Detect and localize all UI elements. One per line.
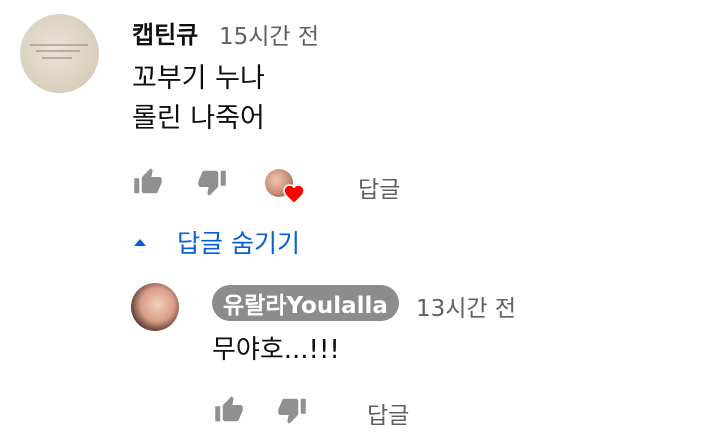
reply-author-chip[interactable]: 유랄라Youlalla <box>212 285 399 321</box>
reply-author-avatar[interactable] <box>131 283 179 331</box>
dislike-button[interactable] <box>195 165 229 199</box>
reply-like-button[interactable] <box>212 393 246 427</box>
reply-dislike-button[interactable] <box>275 393 309 427</box>
reply-timestamp[interactable]: 13시간 전 <box>416 289 516 323</box>
comment-timestamp[interactable]: 15시간 전 <box>219 17 319 51</box>
reply-button[interactable]: 답글 <box>358 170 400 204</box>
reply-text: 무야호...!!! <box>212 335 340 365</box>
like-button[interactable] <box>131 165 165 199</box>
reply-author: 유랄라Youlalla <box>223 293 388 319</box>
comment-author[interactable]: 캡틴큐 <box>132 15 198 50</box>
hide-replies-label: 답글 숨기기 <box>177 229 300 258</box>
caret-up-icon <box>134 239 146 246</box>
hide-replies-toggle[interactable]: 답글 숨기기 <box>131 224 300 260</box>
thumb-down-icon <box>198 170 226 196</box>
reply-reply-button[interactable]: 답글 <box>367 396 409 430</box>
comment-text: 꼬부기 누나 롤린 나죽어 <box>132 63 265 134</box>
thumb-down-icon <box>278 398 306 424</box>
commenter-avatar[interactable] <box>20 14 99 93</box>
creator-heart-icon <box>283 184 305 205</box>
creator-heart[interactable] <box>265 169 307 211</box>
thumb-up-icon <box>134 168 162 194</box>
thumb-up-icon <box>215 396 243 422</box>
